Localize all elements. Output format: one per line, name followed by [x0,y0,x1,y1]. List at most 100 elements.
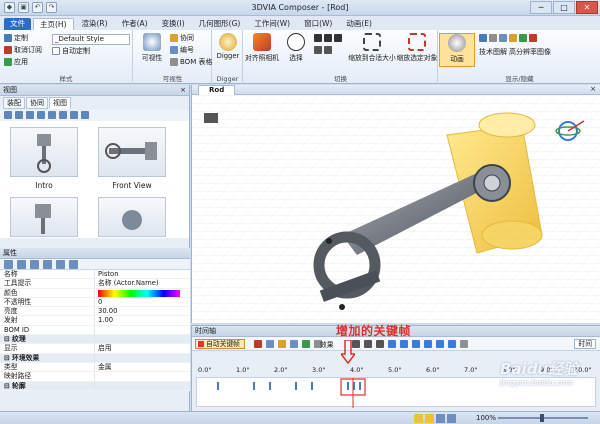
close-button[interactable]: ✕ [576,1,598,14]
property-section[interactable]: ⊟ 轮廓 [0,381,190,391]
tab-home[interactable]: 主页(H) [33,18,74,30]
walk-icon[interactable] [324,46,332,54]
apply-button[interactable]: 应用 [4,57,28,67]
property-row[interactable]: 工具提示 名称 (Actor.Name) [0,279,190,289]
view-tool-icon[interactable] [26,111,34,119]
keyframe-marker[interactable] [359,382,361,390]
key-filter-icon[interactable] [364,340,372,348]
tab-file[interactable]: 文件 [4,18,31,30]
next-key-icon[interactable] [424,340,432,348]
thumbnail-3[interactable] [10,197,78,237]
property-row[interactable]: 不透明性 0 [0,297,190,308]
view-tool-icon[interactable] [70,111,78,119]
auto-define-checkbox[interactable]: 自动定制 [52,46,90,56]
display-icon-2[interactable] [489,34,497,42]
effect-button[interactable]: 效果 [320,339,334,349]
visibility-button[interactable]: 可视性 [134,33,170,62]
tab-transform[interactable]: 变换(I) [156,18,191,30]
keyframe-marker[interactable] [253,382,255,390]
zoom-fit-button[interactable]: 缩放到合适大小 [348,33,396,62]
view-tool-icon[interactable] [37,111,45,119]
close-icon[interactable]: × [180,85,186,96]
select-button[interactable]: 选择 [278,33,314,62]
view-cube-icon[interactable] [204,113,218,123]
go-end-icon[interactable] [436,340,444,348]
scene-canvas[interactable] [192,95,600,323]
tab-window[interactable]: 窗口(W) [298,18,338,30]
orbit-icon[interactable] [314,46,322,54]
view-tool-icon[interactable] [4,111,12,119]
display-icon-3[interactable] [499,34,507,42]
status-icon[interactable] [414,414,423,423]
time-mode-select[interactable]: 时间 [574,339,596,349]
cancel-define-button[interactable]: 取消订阅 [4,45,42,55]
3d-viewport[interactable]: Rod × [191,85,600,323]
move-icon[interactable] [314,34,322,42]
tab-render[interactable]: 渲染(R) [76,18,114,30]
prop-tool-icon[interactable] [56,260,65,269]
prop-tool-icon[interactable] [43,260,52,269]
property-section[interactable]: ⊟ 环境效果 [0,353,190,363]
color-gradient-swatch[interactable] [98,289,180,297]
prev-key-icon[interactable] [400,340,408,348]
prop-tool-icon[interactable] [30,260,39,269]
property-row[interactable]: 颜色 [0,288,190,298]
property-row[interactable]: 发射 1.00 [0,316,190,326]
keyframe-marker[interactable] [269,382,271,390]
property-row[interactable]: 名称 Piston [0,270,190,280]
status-icon[interactable] [436,414,445,423]
property-row[interactable]: 亮度 30.00 [0,307,190,317]
go-start-icon[interactable] [388,340,396,348]
display-icon-6[interactable] [529,34,537,42]
property-row[interactable]: BOM ID [0,325,190,336]
key-tool-icon[interactable] [290,340,298,348]
property-row[interactable]: 映射路径 [0,372,190,382]
align-camera-button[interactable]: 对齐照相机 [244,33,280,62]
define-button[interactable]: 定制 [4,33,28,43]
key-filter-icon[interactable] [376,340,384,348]
key-tool-icon[interactable] [302,340,310,348]
key-tool-icon[interactable] [266,340,274,348]
digger-button[interactable]: Digger [210,33,246,60]
key-tool-icon[interactable] [278,340,286,348]
tab-coop[interactable]: 协同 [26,97,48,109]
tab-animation[interactable]: 动画(E) [340,18,378,30]
close-icon[interactable]: × [590,85,596,93]
zoom-slider-thumb[interactable] [540,414,544,422]
thumbnail-front-view[interactable] [98,127,166,177]
tab-geometry[interactable]: 几何图形(G) [193,18,247,30]
pan-icon[interactable] [334,34,342,42]
coop-button[interactable]: 协同 [170,33,194,43]
tab-views[interactable]: 视图 [49,97,71,109]
keyframe-marker[interactable] [347,382,349,390]
animation-button[interactable]: 动画 [439,33,475,67]
display-icon-4[interactable] [509,34,517,42]
view-tool-icon[interactable] [15,111,23,119]
status-icon[interactable] [425,414,434,423]
thumbnail-intro[interactable] [10,127,78,177]
prop-tool-icon[interactable] [17,260,26,269]
tab-assembly[interactable]: 装配 [3,97,25,109]
zoom-selected-button[interactable]: 缩放选定对象 [394,33,440,62]
keyframe-marker[interactable] [311,382,313,390]
minimize-button[interactable]: ─ [530,1,552,14]
display-icon-5[interactable] [519,34,527,42]
rotate-icon[interactable] [324,34,332,42]
tab-workshop[interactable]: 工作间(W) [248,18,296,30]
property-section[interactable]: ⊟ 纹理 [0,335,190,345]
settings-icon[interactable] [460,340,468,348]
property-row[interactable]: 类型 金属 [0,362,190,373]
view-tool-icon[interactable] [59,111,67,119]
view-tool-icon[interactable] [48,111,56,119]
prop-tool-icon[interactable] [4,260,13,269]
style-select[interactable]: _Default Style [52,34,130,45]
keyframe-icon[interactable] [254,340,262,348]
tech-illustration-button[interactable]: 技术图解 高分辨率图像 [479,47,551,57]
loop-icon[interactable] [448,340,456,348]
viewport-tab-rod[interactable]: Rod [198,85,236,95]
number-button[interactable]: 编号 [170,45,194,55]
view-tool-icon[interactable] [81,111,89,119]
prop-tool-icon[interactable] [69,260,78,269]
keyframe-marker[interactable] [217,382,219,390]
display-icon-1[interactable] [479,34,487,42]
